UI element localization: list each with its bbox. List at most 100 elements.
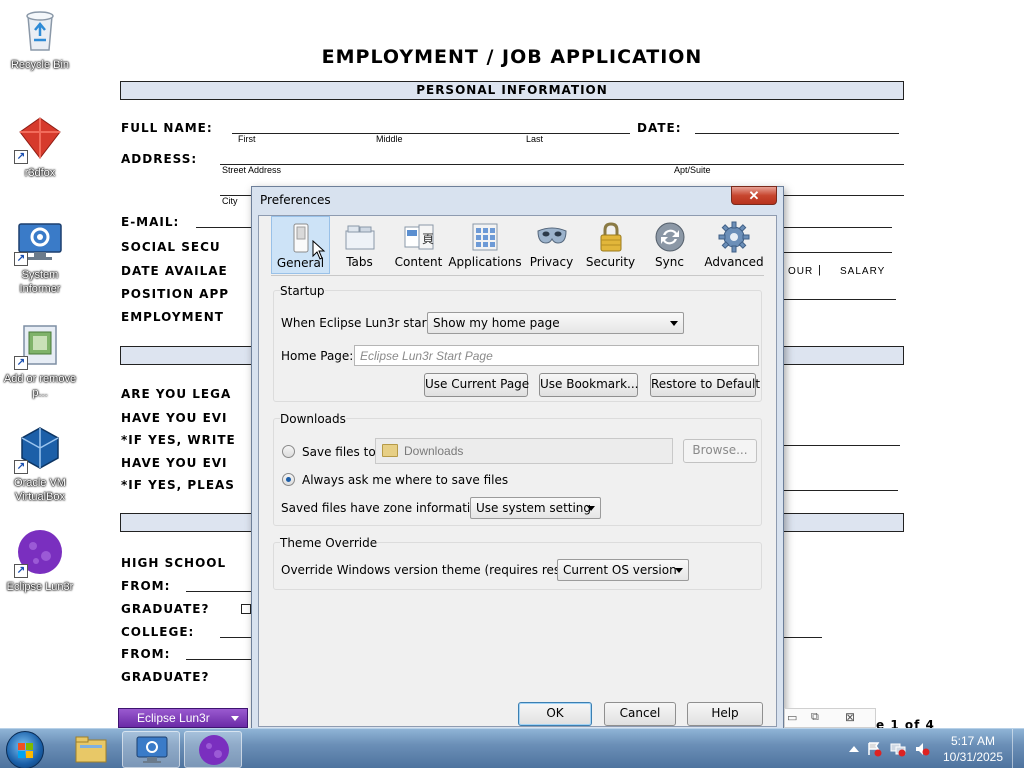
desktop-icon-system-informer[interactable]: ↗ System Informer <box>0 216 80 296</box>
tab-label: Applications <box>448 255 522 269</box>
tab-label: Content <box>394 255 443 269</box>
street-sublabel: Street Address <box>222 165 282 175</box>
legal-label: ARE YOU LEGA <box>121 387 232 401</box>
date-line <box>695 133 899 134</box>
tab-sync[interactable]: Sync <box>640 216 699 274</box>
restore-default-button[interactable]: Restore to Default <box>650 373 760 397</box>
close-button[interactable]: ✕ <box>731 186 777 205</box>
taskbar: 5:17 AM 10/31/2025 <box>0 728 1024 768</box>
desktop-icon-label: System Informer <box>19 269 61 295</box>
mouse-cursor-icon <box>312 240 326 260</box>
tab-advanced[interactable]: Advanced <box>699 216 769 274</box>
theme-override-group: Theme Override Override Windows version … <box>273 536 762 590</box>
from-line-2 <box>186 659 252 660</box>
taskbar-eclipse-lun3r-button[interactable] <box>184 731 242 768</box>
graduate-label-1: GRADUATE? <box>121 602 210 616</box>
address-label: ADDRESS: <box>121 152 198 166</box>
when-starts-select[interactable]: Show my home page <box>427 312 684 334</box>
tab-security[interactable]: Security <box>581 216 640 274</box>
theme-override-group-title: Theme Override <box>280 536 378 550</box>
background-window-controls: ▭ ⧉ ⊠ <box>784 708 876 728</box>
tab-privacy[interactable]: Privacy <box>522 216 581 274</box>
taskbar-system-informer-button[interactable] <box>122 731 180 768</box>
hour-label: OUR <box>788 266 814 277</box>
tab-label: Advanced <box>704 255 764 269</box>
if-yes-please-label: *IF YES, PLEAS <box>121 478 235 492</box>
start-button[interactable] <box>6 731 44 768</box>
employment-label: EMPLOYMENT <box>121 310 224 324</box>
recycle-bin-icon <box>16 6 64 54</box>
save-files-to-radio[interactable] <box>282 445 295 458</box>
tab-label: Sync <box>655 255 684 269</box>
full-name-line <box>232 133 630 134</box>
shortcut-arrow-icon: ↗ <box>14 252 28 266</box>
cancel-button[interactable]: Cancel <box>604 702 676 726</box>
add-remove-programs-icon: ↗ <box>14 320 64 370</box>
browse-button[interactable]: Browse... <box>683 439 757 463</box>
dialog-body: General Tabs 頁 Content Applications Priv… <box>258 215 777 727</box>
taskbar-explorer-button[interactable] <box>62 731 120 768</box>
from-label-2: FROM: <box>121 647 171 661</box>
tabs-separator <box>271 275 764 276</box>
eclipse-lun3r-icon <box>199 735 229 765</box>
college-line <box>220 637 252 638</box>
folder-icon <box>382 444 398 457</box>
padlock-icon <box>595 221 627 253</box>
eclipse-popup-label: Eclipse Lun3r <box>137 711 210 725</box>
ok-button[interactable]: OK <box>518 702 592 726</box>
home-page-input[interactable]: Eclipse Lun3r Start Page <box>354 345 759 366</box>
use-bookmark-button[interactable]: Use Bookmark... <box>539 373 638 397</box>
desktop-icon-add-remove-programs[interactable]: ↗ Add or remove p... <box>0 320 80 400</box>
tab-applications[interactable]: Applications <box>448 216 522 274</box>
desktop-icon-label: Add or remove p... <box>3 373 77 399</box>
dialog-title: Preferences <box>260 193 331 207</box>
from-label-1: FROM: <box>121 579 171 593</box>
address-line <box>220 164 904 165</box>
ssn-line-right <box>784 252 892 253</box>
always-ask-radio[interactable] <box>282 473 295 486</box>
show-desktop-button[interactable] <box>1012 729 1024 768</box>
clock-time: 5:17 AM <box>950 734 996 748</box>
chevron-down-icon <box>587 506 595 511</box>
desktop-icon-label: Eclipse Lun3r <box>6 581 74 593</box>
when-starts-value: Show my home page <box>433 316 560 330</box>
use-current-page-button[interactable]: Use Current Page <box>424 373 529 397</box>
have-you-label-1: HAVE YOU EVI <box>121 411 228 425</box>
system-clock[interactable]: 5:17 AM 10/31/2025 <box>936 733 1010 765</box>
shortcut-arrow-icon: ↗ <box>14 564 28 578</box>
desktop-icon-r3dfox[interactable]: ↗ r3dfox <box>0 114 80 180</box>
tab-tabs[interactable]: Tabs <box>330 216 389 274</box>
email-line-right <box>784 227 892 228</box>
tab-label: Security <box>585 255 636 269</box>
desktop-icon-label: r3dfox <box>24 167 56 179</box>
shortcut-arrow-icon: ↗ <box>14 150 28 164</box>
eclipse-lun3r-taskbar-tab[interactable]: Eclipse Lun3r <box>118 708 248 728</box>
chevron-down-icon <box>670 321 678 326</box>
desktop-icon-label: Recycle Bin <box>10 59 70 71</box>
desktop-icon-recycle-bin[interactable]: Recycle Bin <box>0 6 80 72</box>
salary-label: SALARY <box>840 266 886 277</box>
last-sublabel: Last <box>526 134 544 144</box>
system-informer-icon <box>136 736 168 763</box>
save-folder-field: Downloads <box>375 438 673 464</box>
maximize-window-icon: ⧉ <box>811 711 819 723</box>
network-icon[interactable] <box>890 741 906 757</box>
desktop-icon-virtualbox[interactable]: ↗ Oracle VM VirtualBox <box>0 424 80 504</box>
have-you-label-2: HAVE YOU EVI <box>121 456 228 470</box>
help-button[interactable]: Help <box>687 702 763 726</box>
zone-info-select[interactable]: Use system setting <box>470 497 601 519</box>
volume-muted-icon[interactable] <box>914 741 930 757</box>
action-center-icon[interactable] <box>866 741 882 757</box>
always-ask-label: Always ask me where to save files <box>302 473 509 487</box>
show-hidden-icons-icon[interactable] <box>846 741 862 757</box>
theme-override-select[interactable]: Current OS version <box>557 559 689 581</box>
desktop-icon-eclipse-lun3r[interactable]: ↗ Eclipse Lun3r <box>0 528 80 594</box>
folder-icon <box>75 736 107 763</box>
shortcut-arrow-icon: ↗ <box>14 460 28 474</box>
first-sublabel: First <box>238 134 256 144</box>
tab-content[interactable]: 頁 Content <box>389 216 448 274</box>
full-name-label: FULL NAME: <box>121 121 213 135</box>
startup-group-title: Startup <box>280 284 325 298</box>
virtualbox-icon: ↗ <box>14 424 64 474</box>
zone-info-label: Saved files have zone information: <box>281 501 490 515</box>
